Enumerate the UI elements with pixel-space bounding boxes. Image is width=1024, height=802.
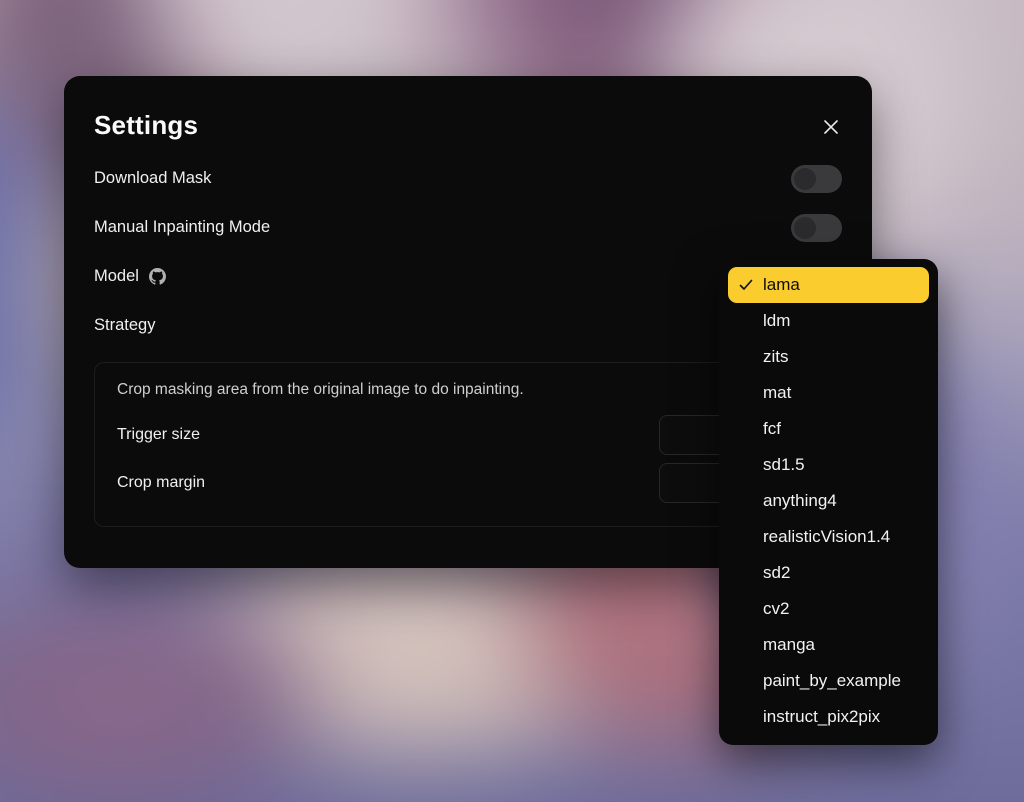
model-option-label: manga [763, 635, 815, 654]
close-button[interactable] [820, 116, 842, 138]
strategy-label: Strategy [94, 316, 156, 334]
crop-description: Crop masking area from the original imag… [117, 381, 524, 398]
model-option-fcf[interactable]: fcf [728, 411, 929, 447]
crop-margin-label: Crop margin [117, 474, 206, 491]
model-option-zits[interactable]: zits [728, 339, 929, 375]
app-root: Settings Download Mask Manual Inpainting… [0, 0, 1024, 802]
model-option-label: zits [763, 347, 789, 366]
crop-row-crop-margin: Crop margin [117, 459, 819, 507]
close-icon [824, 120, 838, 134]
model-option-sd1.5[interactable]: sd1.5 [728, 447, 929, 483]
model-label: Model [94, 267, 139, 285]
setting-row-download-mask: Download Mask [94, 154, 842, 203]
model-option-cv2[interactable]: cv2 [728, 591, 929, 627]
manual-inpainting-label: Manual Inpainting Mode [94, 218, 271, 236]
model-option-label: mat [763, 383, 792, 402]
manual-inpainting-toggle[interactable] [791, 213, 842, 242]
model-option-label: sd1.5 [763, 455, 805, 474]
model-option-label: instruct_pix2pix [763, 707, 881, 726]
modal-header: Settings [64, 76, 872, 154]
model-option-mat[interactable]: mat [728, 375, 929, 411]
model-option-label: cv2 [763, 599, 790, 618]
toggle-knob [794, 216, 816, 239]
download-mask-label: Download Mask [94, 169, 212, 187]
model-option-sd2[interactable]: sd2 [728, 555, 929, 591]
page-title: Settings [94, 110, 199, 140]
trigger-size-label: Trigger size [117, 426, 200, 443]
model-option-paint_by_example[interactable]: paint_by_example [728, 663, 929, 699]
model-option-realisticVision1.4[interactable]: realisticVision1.4 [728, 519, 929, 555]
model-option-label: anything4 [763, 491, 837, 510]
github-icon[interactable] [148, 268, 166, 285]
model-option-label: realisticVision1.4 [763, 527, 891, 546]
model-option-instruct_pix2pix[interactable]: instruct_pix2pix [728, 699, 929, 735]
model-option-manga[interactable]: manga [728, 627, 929, 663]
model-option-label: ldm [763, 311, 791, 330]
model-option-label: fcf [763, 419, 781, 438]
toggle-knob [794, 167, 816, 190]
download-mask-toggle[interactable] [791, 164, 842, 193]
model-option-label: lama [763, 275, 800, 294]
model-option-ldm[interactable]: ldm [728, 303, 929, 339]
model-dropdown-menu[interactable]: lama ldm zits mat fcf sd1.5 anything4 realistic… [719, 259, 938, 745]
setting-row-manual-inpainting: Manual Inpainting Mode [94, 203, 842, 252]
model-option-anything4[interactable]: anything4 [728, 483, 929, 519]
model-option-label: sd2 [763, 563, 791, 582]
model-label-group: Model [94, 267, 166, 286]
model-option-lama[interactable]: lama [728, 267, 929, 303]
model-option-label: paint_by_example [763, 671, 901, 690]
check-icon [739, 279, 753, 290]
crop-row-trigger-size: Trigger size [117, 411, 819, 459]
